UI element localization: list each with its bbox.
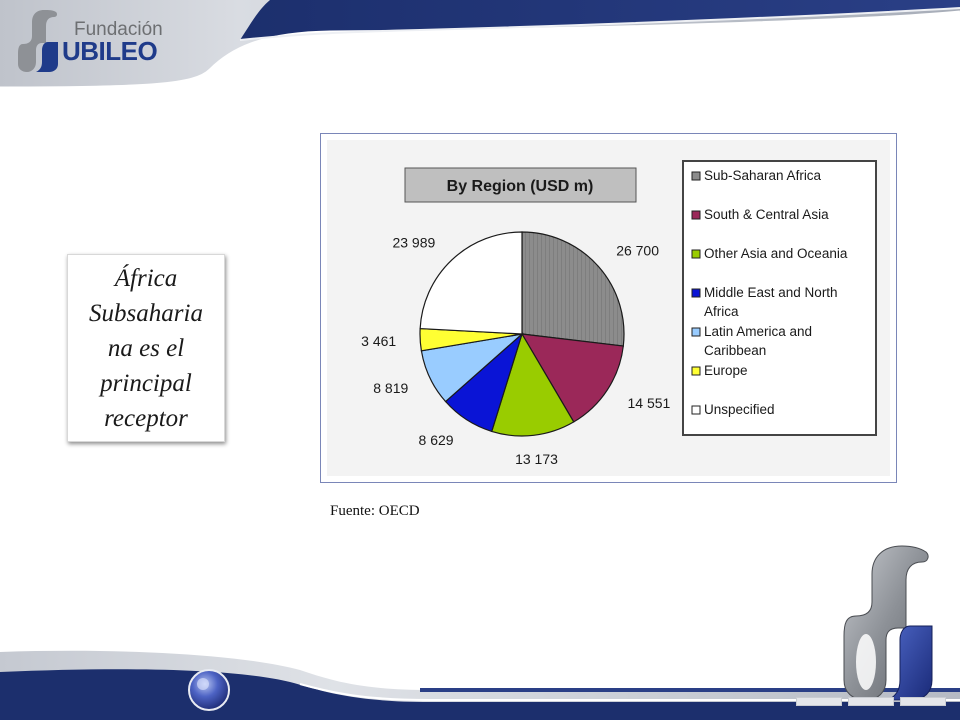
chart-title: By Region (USD m) bbox=[447, 178, 594, 195]
callout-text-box: África Subsaharia na es el principal rec… bbox=[67, 254, 225, 442]
pie-value-label: 3 461 bbox=[361, 333, 396, 349]
callout-line: principal bbox=[100, 369, 192, 397]
jubileo-emblem-icon bbox=[843, 545, 933, 701]
slide-nav-tab[interactable] bbox=[900, 697, 946, 706]
source-note: Fuente: OECD bbox=[330, 503, 420, 519]
legend-swatch bbox=[691, 288, 701, 298]
legend-swatch bbox=[691, 210, 701, 220]
slide-nav-tab[interactable] bbox=[848, 697, 894, 706]
legend-swatch bbox=[691, 327, 701, 337]
pie-value-label: 26 700 bbox=[616, 242, 659, 258]
pie-value-label: 13 173 bbox=[515, 451, 558, 467]
pie-value-label: 8 819 bbox=[373, 380, 408, 396]
pie-slices bbox=[419, 231, 625, 437]
legend-label: Unspecified bbox=[704, 402, 775, 417]
callout-line: África bbox=[114, 264, 178, 292]
callout-line: na es el bbox=[107, 334, 185, 362]
legend-swatch bbox=[691, 249, 701, 259]
logo-fundacion-jubileo: Fundación UBILEO bbox=[14, 6, 163, 72]
slide-nav-tab[interactable] bbox=[796, 697, 842, 706]
legend-swatch bbox=[691, 405, 701, 415]
pie-chart: By Region (USD m) 26 700 14 551 13 173 8 62… bbox=[327, 140, 890, 476]
legend-swatch bbox=[691, 366, 701, 376]
legend-label: Europe bbox=[704, 363, 748, 378]
callout-line: receptor bbox=[104, 404, 188, 432]
pie-value-label: 14 551 bbox=[628, 395, 671, 411]
footer-band bbox=[0, 650, 960, 720]
chart-frame: By Region (USD m) 26 700 14 551 13 173 8 62… bbox=[320, 133, 897, 483]
pie-value-label: 8 629 bbox=[419, 432, 454, 448]
slide-nav-tabs bbox=[796, 697, 946, 707]
chart-title-box: By Region (USD m) bbox=[404, 167, 637, 203]
legend-label: Other Asia and Oceania bbox=[704, 246, 848, 261]
legend-swatch bbox=[691, 171, 701, 181]
callout-text: África Subsaharia na es el principal rec… bbox=[83, 257, 209, 440]
chart-legend: Sub-Saharan Africa South & Central Asia Ot… bbox=[682, 160, 877, 436]
callout-line: Subsaharia bbox=[89, 299, 203, 327]
legend-label: Sub-Saharan Africa bbox=[704, 168, 822, 183]
pie-value-label: 23 989 bbox=[392, 235, 435, 251]
logo-big-text: UBILEO bbox=[62, 36, 158, 66]
legend-label: South & Central Asia bbox=[704, 207, 829, 222]
